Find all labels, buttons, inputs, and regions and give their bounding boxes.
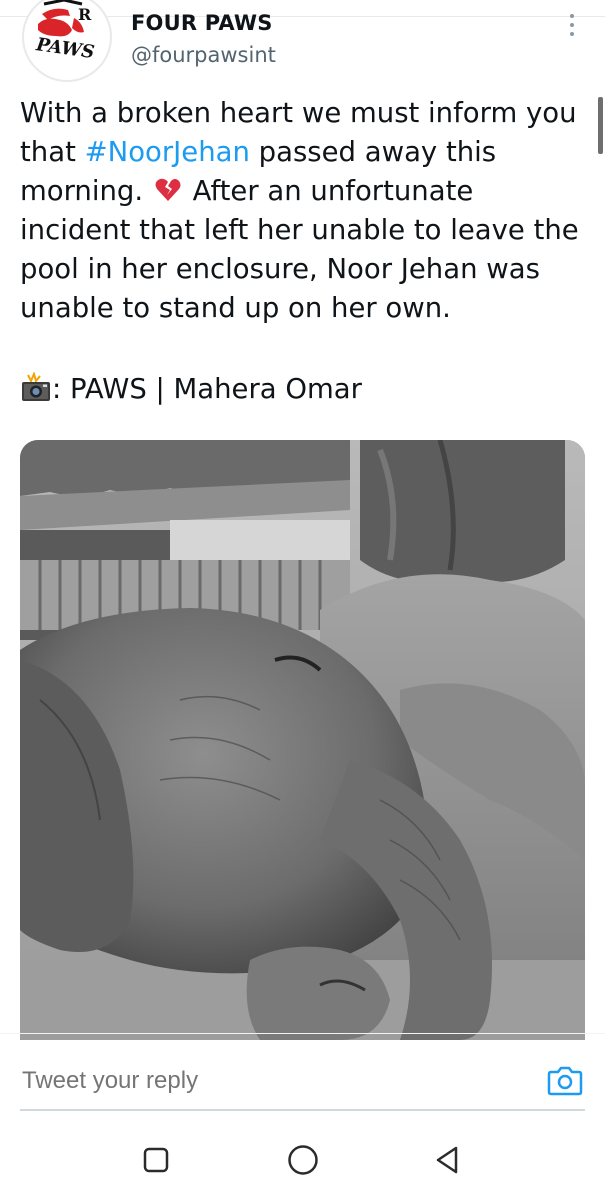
elephant-photo (20, 440, 585, 1040)
photo-credit: : PAWS | Mahera Omar (20, 370, 590, 409)
camera-icon[interactable] (547, 1062, 583, 1098)
reply-divider (0, 1033, 605, 1034)
tweet-text: With a broken heart we must inform you t… (20, 94, 590, 328)
more-options-icon[interactable] (560, 10, 584, 40)
scrollbar[interactable] (598, 97, 603, 154)
home-circle-icon[interactable] (287, 1144, 319, 1176)
svg-text:R: R (78, 5, 92, 24)
svg-text:PAWS: PAWS (34, 34, 96, 63)
recents-square-icon[interactable] (143, 1147, 169, 1173)
author-display-name[interactable]: FOUR PAWS (131, 10, 273, 36)
four-paws-logo: R PAWS (34, 0, 96, 63)
reply-underline (20, 1109, 585, 1111)
photo-credit-text: : PAWS | Mahera Omar (52, 373, 362, 405)
back-triangle-icon[interactable] (432, 1144, 462, 1176)
tweet-photo[interactable] (20, 440, 585, 1040)
author-handle[interactable]: @fourpawsint (131, 42, 276, 68)
reply-input[interactable] (20, 1063, 524, 1099)
hashtag-link[interactable]: #NoorJehan (85, 136, 250, 168)
broken-heart-icon (155, 178, 181, 201)
camera-with-flash-icon (22, 372, 50, 401)
author-avatar[interactable]: R PAWS (22, 0, 112, 82)
tweet-detail-screen: R PAWS FOUR PAWS @fourpawsint With a bro… (0, 0, 605, 1200)
